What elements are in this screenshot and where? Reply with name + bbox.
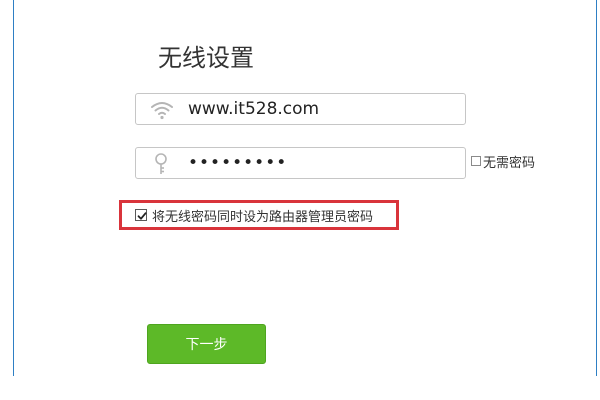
password-input[interactable]: ••••••••• — [188, 148, 457, 178]
window-frame-right — [596, 0, 597, 376]
next-button[interactable]: 下一步 — [147, 324, 266, 364]
key-icon — [150, 153, 174, 174]
set-admin-password-checkbox[interactable] — [135, 209, 147, 221]
no-password-label: 无需密码 — [483, 155, 536, 171]
set-admin-password-option[interactable]: 将无线密码同时设为路由器管理员密码 — [119, 200, 399, 230]
ssid-input[interactable] — [188, 94, 457, 124]
page-title: 无线设置 — [158, 44, 254, 72]
set-admin-password-label: 将无线密码同时设为路由器管理员密码 — [152, 209, 374, 225]
no-password-option[interactable]: 无需密码 — [471, 153, 536, 171]
no-password-checkbox[interactable] — [471, 156, 481, 166]
password-field[interactable]: ••••••••• — [135, 147, 466, 179]
wifi-icon — [150, 100, 174, 120]
bottom-strip — [0, 376, 600, 400]
ssid-field[interactable] — [135, 93, 466, 125]
window-frame-left — [13, 0, 14, 376]
